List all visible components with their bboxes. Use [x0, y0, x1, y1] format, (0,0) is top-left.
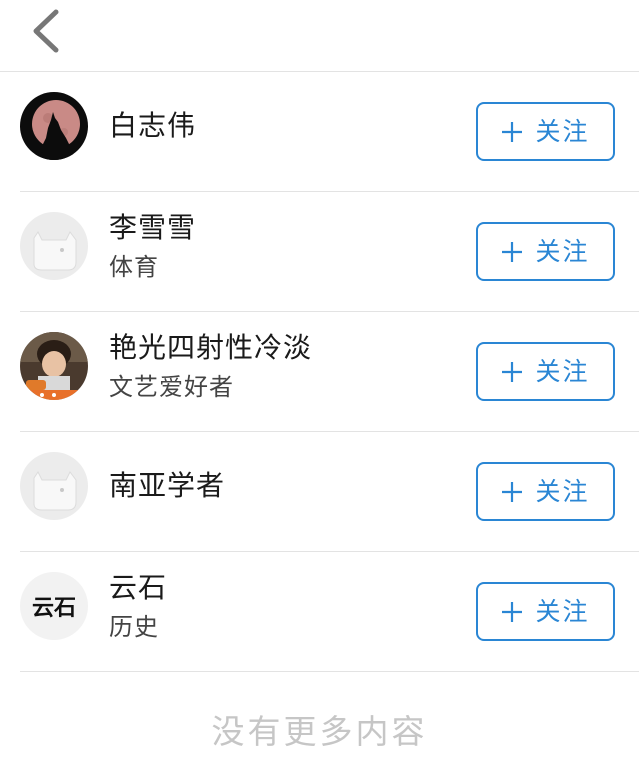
photo-avatar-image — [20, 332, 88, 400]
list-item: 云石 云石 历史 关注 — [0, 552, 639, 672]
user-subtitle: 文艺爱好者 — [109, 373, 234, 401]
plus-icon — [502, 121, 523, 142]
user-name: 艳光四射性冷淡 — [109, 331, 313, 364]
follow-button[interactable]: 关注 — [476, 342, 615, 401]
plus-icon — [502, 361, 523, 382]
plus-icon — [502, 601, 523, 622]
user-subtitle: 历史 — [109, 613, 159, 641]
avatar[interactable]: 云石 — [20, 572, 88, 640]
list-item: 艳光四射性冷淡 文艺爱好者 关注 — [0, 312, 639, 432]
plus-icon — [502, 481, 523, 502]
back-button[interactable] — [22, 4, 70, 56]
no-more-content-label: 没有更多内容 — [211, 712, 428, 751]
user-name: 南亚学者 — [109, 469, 226, 502]
follow-button[interactable]: 关注 — [476, 582, 615, 641]
default-avatar-image — [20, 452, 88, 520]
avatar[interactable] — [20, 212, 88, 280]
follow-button[interactable]: 关注 — [476, 462, 615, 521]
list-item: 白志伟 关注 — [0, 72, 639, 192]
list-item: 李雪雪 体育 关注 — [0, 192, 639, 312]
follow-label: 关注 — [535, 356, 590, 386]
wolf-moon-avatar-image — [20, 92, 88, 160]
avatar-text: 云石 — [31, 596, 76, 621]
user-list: 白志伟 关注 李雪雪 体育 关注 艳光四射性冷淡 文艺爱好者 关注 南亚学者 关… — [0, 72, 639, 672]
follow-label: 关注 — [535, 596, 590, 626]
user-name: 白志伟 — [109, 109, 197, 142]
follow-button[interactable]: 关注 — [476, 222, 615, 281]
user-subtitle: 体育 — [109, 253, 159, 281]
chevron-left-icon — [33, 9, 59, 53]
list-item: 南亚学者 关注 — [0, 432, 639, 552]
user-name: 云石 — [109, 571, 168, 604]
avatar[interactable] — [20, 452, 88, 520]
plus-icon — [502, 241, 523, 262]
avatar[interactable] — [20, 92, 88, 160]
user-name: 李雪雪 — [109, 211, 197, 244]
follow-label: 关注 — [535, 116, 590, 146]
avatar[interactable] — [20, 332, 88, 400]
follow-label: 关注 — [535, 476, 590, 506]
default-avatar-image — [20, 212, 88, 280]
follow-label: 关注 — [535, 236, 590, 266]
top-bar — [0, 0, 639, 72]
follow-button[interactable]: 关注 — [476, 102, 615, 161]
